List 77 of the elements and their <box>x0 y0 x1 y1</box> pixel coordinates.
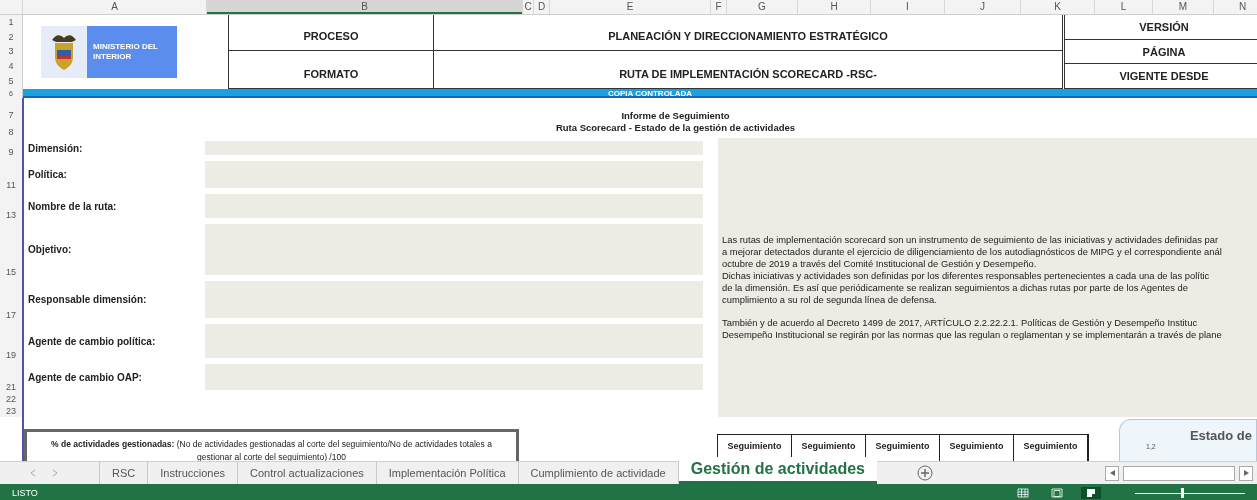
slider-thumb[interactable] <box>1181 488 1185 498</box>
column-header[interactable]: F <box>711 0 727 14</box>
triangle-right-icon <box>1243 470 1249 476</box>
input-field[interactable] <box>205 281 703 318</box>
row-number: 11 <box>6 180 16 191</box>
description-line: cumplimiento a su rol de segunda línea de defensa. <box>722 294 938 306</box>
column-header[interactable]: C <box>523 0 534 14</box>
row-number: 15 <box>6 267 16 278</box>
column-header[interactable]: J <box>945 0 1021 14</box>
triangle-left-icon <box>1109 470 1115 476</box>
column-header[interactable]: D <box>534 0 550 14</box>
header-value: PLANEACIÓN Y DIRECCIONAMIENTO ESTRATÉGICO <box>434 15 1062 51</box>
row-number: 19 <box>6 350 16 361</box>
crest-icon <box>49 32 79 72</box>
field-label: Nombre de la ruta: <box>28 200 117 212</box>
column-header[interactable]: I <box>871 0 945 14</box>
row-number: 4 <box>8 61 14 73</box>
input-field[interactable] <box>205 141 703 155</box>
row-number: 7 <box>8 110 14 121</box>
description-line: También y de acuerdo al Decreto 1499 de 2017, ARTÍCULO 2.2.22.2.1. Políticas de Gestión y Desempeño Instituc <box>722 317 1199 329</box>
chart-title: Estado de <box>1189 428 1253 443</box>
header-label: PÁGINA <box>1065 39 1257 65</box>
page-layout-icon <box>1051 488 1063 498</box>
grid-icon <box>1017 488 1029 498</box>
field-label: Responsable dimensión: <box>28 294 147 305</box>
band-text: COPIA CONTROLADA <box>607 89 693 96</box>
report-title: Informe de Seguimiento <box>621 110 730 122</box>
row-number: 17 <box>6 310 16 321</box>
input-field[interactable] <box>205 224 703 275</box>
row-number: 22 <box>6 393 16 405</box>
column-header[interactable]: L <box>1095 0 1153 14</box>
column-header[interactable]: M <box>1153 0 1214 14</box>
zoom-slider[interactable] <box>1135 488 1245 498</box>
input-field[interactable] <box>205 324 703 358</box>
row-number: 3 <box>8 46 14 58</box>
input-field[interactable] <box>205 161 703 188</box>
description-line: octubre de 2019 a través del Comité Institucional de Gestión y Desempeño. <box>722 258 1038 270</box>
header-label: VERSIÓN <box>1065 15 1257 40</box>
column-header[interactable]: B <box>207 0 523 14</box>
scrollbar[interactable] <box>1123 465 1235 481</box>
row-number: 23 <box>6 405 16 417</box>
input-field[interactable] <box>205 194 703 218</box>
column-header[interactable]: G <box>727 0 798 14</box>
row-number: 9 <box>8 147 14 158</box>
row-number: 13 <box>6 210 16 221</box>
column-header[interactable]: K <box>1021 0 1095 14</box>
add-sheet-button[interactable] <box>917 462 933 484</box>
column-header[interactable]: E <box>550 0 711 14</box>
input-field[interactable] <box>205 364 703 390</box>
description-line: Desempeño Institucional se regirán por las normas que las regulan o reglamentan y se implementarán a través de plane <box>722 329 1223 341</box>
description-line: de la dimensión. Es así que periódicamente se realizan seguimientos a dichas rutas por parte de los Agentes de <box>722 282 1189 294</box>
column-header[interactable]: H <box>798 0 871 14</box>
row-number: 2 <box>8 31 14 43</box>
field-label: Agente de cambio política: <box>28 335 156 347</box>
row-number: 8 <box>8 127 14 138</box>
scroll-left-button[interactable] <box>1105 465 1119 481</box>
chevron-left-icon[interactable] <box>30 469 36 477</box>
logo-text: MINISTERIO DEL INTERIOR <box>87 26 177 78</box>
description-line: Las rutas de implementación scorecard son un instrumento de seguimiento de las iniciativas y actividades definidas par <box>722 234 1220 246</box>
view-button[interactable] <box>1081 487 1101 499</box>
header-label: PROCESO <box>229 15 433 51</box>
row-number: 5 <box>8 76 14 88</box>
field-label: Política: <box>28 169 67 180</box>
row-number: 21 <box>6 382 16 393</box>
row-number: 1 <box>8 16 14 28</box>
description-line: a mejorar detectados durante el ejercicio de diligenciamiento de los autodiagnósticos de MIPG y el correspondiente anál <box>722 246 1223 258</box>
page-break-icon <box>1085 488 1097 498</box>
description-line: Dichas iniciativas y actividades son definidas por los diferentes responsables pertenecientes a cada una de las polític <box>722 270 1211 282</box>
field-label: Agente de cambio OAP: <box>28 371 142 383</box>
column-header[interactable]: N <box>1214 0 1257 14</box>
field-label: Dimensión: <box>28 142 83 154</box>
sheet-tab[interactable]: Gestión de actividades <box>678 457 877 484</box>
field-label: Objetivo: <box>28 244 72 255</box>
chevron-right-icon[interactable] <box>52 469 58 477</box>
status-text: LISTO <box>12 488 38 498</box>
report-title: Ruta Scorecard - Estado de la gestión de actividades <box>555 122 796 134</box>
scroll-right-button[interactable] <box>1239 465 1253 481</box>
